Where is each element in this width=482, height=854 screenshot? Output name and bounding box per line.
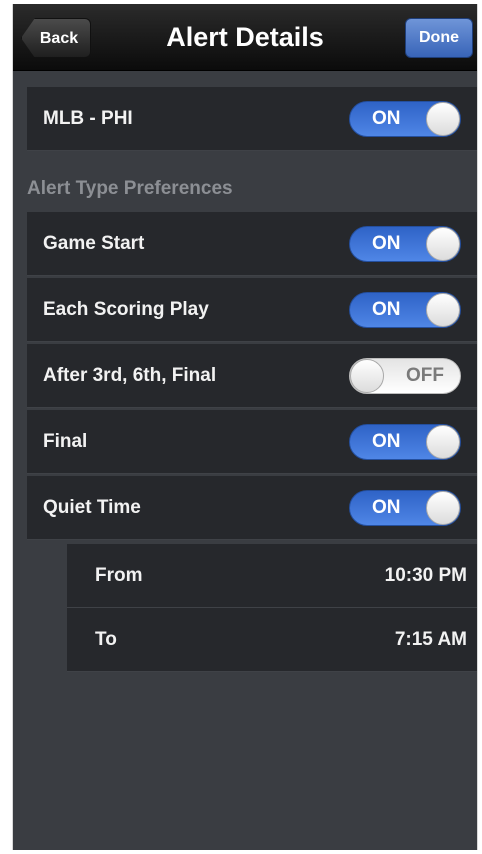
preference-label: Quiet Time [43, 497, 141, 518]
done-button[interactable]: Done [405, 18, 473, 58]
team-alert-toggle[interactable]: ON [349, 101, 461, 137]
to-time-value: 7:15 AM [394, 629, 467, 650]
toggle-knob [426, 491, 460, 525]
toggle-state-text: ON [372, 108, 401, 129]
from-label: From [95, 565, 143, 586]
toggle-knob [350, 359, 384, 393]
toggle-state-text: ON [372, 497, 401, 518]
alert-details-screen: Back Alert Details Done MLB - PHI ON Ale… [12, 4, 478, 850]
toggle-knob [426, 293, 460, 327]
navigation-bar: Back Alert Details Done [13, 4, 477, 71]
toggle-state-text: ON [372, 431, 401, 452]
preference-label: Game Start [43, 233, 145, 254]
section-header: Alert Type Preferences [27, 178, 233, 199]
preference-row-final: Final ON [27, 410, 477, 474]
to-label: To [95, 629, 117, 650]
each-scoring-play-toggle[interactable]: ON [349, 292, 461, 328]
preference-row-game-start: Game Start ON [27, 212, 477, 276]
preference-row-each-scoring-play: Each Scoring Play ON [27, 278, 477, 342]
preference-row-after-innings: After 3rd, 6th, Final OFF [27, 344, 477, 408]
quiet-time-from-row[interactable]: From 10:30 PM [67, 544, 477, 608]
toggle-knob [426, 227, 460, 261]
toggle-knob [426, 425, 460, 459]
toggle-state-text: ON [372, 299, 401, 320]
after-innings-toggle[interactable]: OFF [349, 358, 461, 394]
toggle-state-text: OFF [406, 365, 444, 386]
from-time-value: 10:30 PM [384, 565, 467, 586]
preference-label: After 3rd, 6th, Final [43, 365, 217, 386]
team-label: MLB - PHI [43, 108, 133, 129]
toggle-knob [426, 102, 460, 136]
quiet-time-to-row[interactable]: To 7:15 AM [67, 608, 477, 672]
toggle-state-text: ON [372, 233, 401, 254]
preference-label: Final [43, 431, 88, 452]
quiet-time-toggle[interactable]: ON [349, 490, 461, 526]
team-alert-row: MLB - PHI ON [27, 87, 477, 151]
preference-label: Each Scoring Play [43, 299, 209, 320]
final-toggle[interactable]: ON [349, 424, 461, 460]
preference-row-quiet-time: Quiet Time ON [27, 476, 477, 540]
game-start-toggle[interactable]: ON [349, 226, 461, 262]
